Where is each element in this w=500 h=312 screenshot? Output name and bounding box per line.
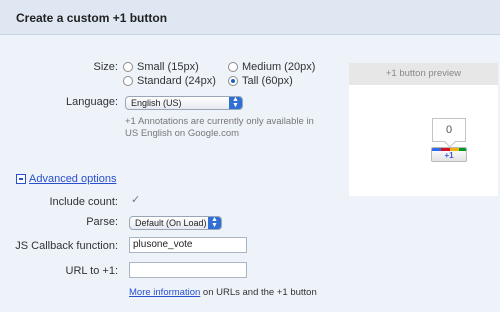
url-info: More information on URLs and the +1 butt…	[129, 287, 317, 298]
up-down-arrows-icon: ▲ ▼	[229, 96, 242, 109]
plusone-button[interactable]: +1	[431, 147, 467, 162]
preview-panel: +1 button preview	[349, 63, 498, 196]
up-down-arrows-icon: ▲ ▼	[208, 216, 221, 229]
js-callback-label: JS Callback function:	[15, 240, 118, 252]
size-medium-radio[interactable]	[228, 62, 238, 72]
more-information-link[interactable]: More information	[129, 287, 200, 298]
language-label: Language:	[66, 96, 118, 108]
advanced-options-link[interactable]: Advanced options	[29, 173, 116, 185]
language-select-value: English (US)	[131, 98, 182, 108]
language-select[interactable]: English (US) ▲ ▼	[125, 96, 243, 110]
language-note: +1 Annotations are currently only availa…	[125, 116, 335, 140]
size-standard-radio[interactable]	[123, 76, 133, 86]
size-label: Size:	[93, 61, 118, 73]
size-small-label[interactable]: Small (15px)	[137, 61, 199, 73]
parse-label: Parse:	[86, 216, 118, 228]
include-count-label: Include count:	[49, 196, 119, 208]
url-input[interactable]	[129, 262, 247, 278]
parse-select-value: Default (On Load)	[135, 218, 207, 228]
size-standard-label[interactable]: Standard (24px)	[137, 75, 216, 87]
url-label: URL to +1:	[65, 265, 118, 277]
checkmark-icon[interactable]: ✓	[131, 195, 141, 206]
page-title: Create a custom +1 button	[16, 11, 168, 25]
size-small-radio[interactable]	[123, 62, 133, 72]
plusone-count-bubble: 0	[432, 118, 466, 142]
minus-box-icon[interactable]	[16, 174, 26, 184]
size-tall-label[interactable]: Tall (60px)	[242, 75, 293, 87]
language-note-line2: US English on Google.com	[125, 128, 240, 139]
size-tall-radio[interactable]	[228, 76, 238, 86]
preview-title: +1 button preview	[349, 63, 498, 85]
language-note-line1: +1 Annotations are currently only availa…	[125, 116, 314, 127]
js-callback-input[interactable]: plusone_vote	[129, 237, 247, 253]
size-medium-label[interactable]: Medium (20px)	[242, 61, 315, 73]
parse-select[interactable]: Default (On Load) ▲ ▼	[129, 216, 222, 230]
url-info-text: on URLs and the +1 button	[202, 287, 317, 298]
plusone-button-label: +1	[444, 151, 454, 160]
header-bar: Create a custom +1 button	[0, 0, 500, 35]
